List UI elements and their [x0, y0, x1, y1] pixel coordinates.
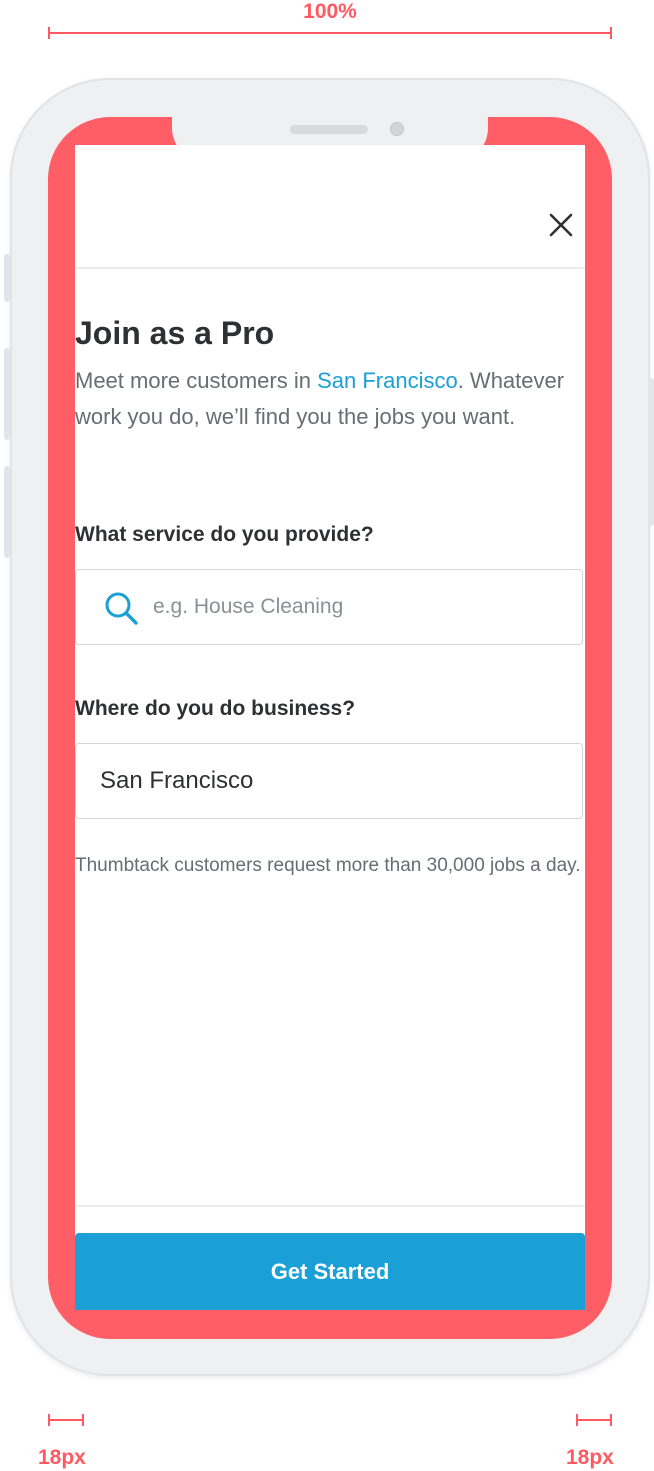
service-search-input[interactable] — [153, 570, 573, 644]
power-button — [648, 378, 654, 526]
header-divider — [75, 267, 585, 269]
service-label: What service do you provide? — [75, 523, 374, 546]
close-button[interactable] — [549, 213, 573, 237]
page-title: Join as a Pro — [75, 315, 275, 351]
speaker-grille — [290, 125, 368, 134]
volume-down-button — [4, 466, 10, 558]
right-margin-label: 18px — [566, 1446, 614, 1469]
left-margin-rule — [48, 1414, 84, 1426]
location-label: Where do you do business? — [75, 697, 356, 720]
volume-up-button — [4, 348, 10, 440]
close-icon — [549, 213, 573, 237]
city-link[interactable]: San Francisco — [317, 368, 458, 393]
search-icon — [105, 592, 138, 625]
left-margin-label: 18px — [38, 1446, 86, 1469]
info-note: Thumbtack customers request more than 30… — [75, 855, 581, 876]
app-screen: Join as a Pro Meet more customers in San… — [75, 145, 585, 1310]
front-camera — [390, 122, 404, 136]
location-field[interactable] — [75, 743, 583, 819]
intro-text: Meet more customers in San Francisco. Wh… — [75, 363, 580, 435]
mute-switch — [4, 254, 10, 302]
location-input[interactable] — [100, 744, 570, 818]
right-margin-rule — [576, 1414, 612, 1426]
service-field[interactable] — [75, 569, 583, 645]
get-started-button[interactable]: Get Started — [75, 1233, 585, 1310]
width-annotation-label: 100% — [303, 0, 357, 23]
footer-divider — [75, 1205, 585, 1207]
width-annotation-rule — [48, 27, 612, 39]
intro-prefix: Meet more customers in — [75, 368, 318, 393]
